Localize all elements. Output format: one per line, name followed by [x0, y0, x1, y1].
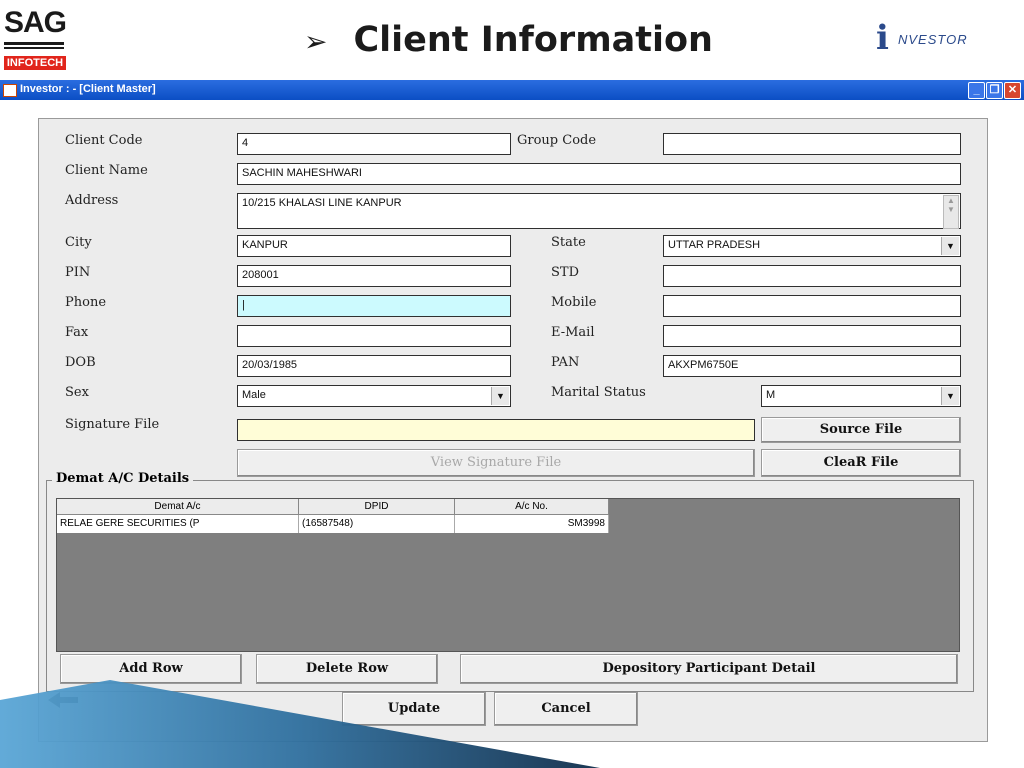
chevron-down-icon[interactable]: ▼ — [941, 387, 959, 405]
logo-sag-text: SAG — [4, 6, 67, 39]
add-row-label: Add Row — [119, 661, 183, 676]
signature-file-label: Signature File — [65, 417, 160, 432]
mobile-field[interactable] — [663, 295, 961, 317]
logo-infotech-text: INFOTECH — [4, 56, 66, 70]
demat-grid[interactable]: Demat A/c DPID A/c No. RELAE GERE SECURI… — [56, 498, 960, 652]
state-value: UTTAR PRADESH — [668, 239, 761, 251]
chevron-down-icon[interactable]: ▼ — [941, 237, 959, 255]
source-file-label: Source File — [819, 422, 903, 437]
window-title: Investor : - [Client Master] — [20, 83, 156, 95]
city-field[interactable]: KANPUR — [237, 235, 511, 257]
restore-button[interactable]: ❐ — [986, 82, 1003, 99]
mobile-label: Mobile — [551, 295, 597, 310]
demat-details-label: Demat A/C Details — [52, 471, 194, 486]
client-code-label: Client Code — [65, 133, 143, 148]
client-code-field[interactable]: 4 — [237, 133, 511, 155]
state-label: State — [551, 235, 586, 250]
state-select[interactable]: UTTAR PRADESH ▼ — [663, 235, 961, 257]
marital-status-label: Marital Status — [551, 385, 646, 400]
slide-title-text: Client Information — [353, 20, 713, 60]
std-field[interactable] — [663, 265, 961, 287]
clear-file-label: CleaR File — [823, 455, 899, 470]
column-header[interactable]: Demat A/c — [57, 499, 299, 515]
dp-detail-label: Depository Participant Detail — [602, 661, 816, 676]
minimize-button[interactable]: _ — [968, 82, 985, 99]
email-field[interactable] — [663, 325, 961, 347]
pin-field[interactable]: 208001 — [237, 265, 511, 287]
close-button[interactable]: ✕ — [1004, 82, 1021, 99]
pan-field[interactable]: AKXPM6750E — [663, 355, 961, 377]
sex-value: Male — [242, 389, 266, 401]
window-titlebar[interactable]: Investor : - [Client Master] _ ❐ ✕ — [0, 80, 1024, 100]
column-header[interactable]: DPID — [299, 499, 455, 515]
marital-status-select[interactable]: M ▼ — [761, 385, 961, 407]
address-scrollbar[interactable]: ▲ ▼ — [943, 195, 959, 229]
client-name-label: Client Name — [65, 163, 148, 178]
chevron-down-icon[interactable]: ▼ — [491, 387, 509, 405]
pan-label: PAN — [551, 355, 580, 370]
logo-bar — [4, 47, 64, 49]
logo-bar — [4, 42, 64, 45]
dob-label: DOB — [65, 355, 96, 370]
sag-infotech-logo: SAG INFOTECH — [4, 6, 94, 72]
logo-investor-word: NVESTOR — [898, 32, 968, 47]
address-field[interactable]: 10/215 KHALASI LINE KANPUR — [237, 193, 961, 229]
clear-file-button[interactable]: CleaR File — [761, 449, 961, 477]
app-icon — [3, 84, 17, 97]
dob-field[interactable]: 20/03/1985 — [237, 355, 511, 377]
phone-label: Phone — [65, 295, 107, 310]
table-cell[interactable]: (16587548) — [299, 515, 455, 533]
std-label: STD — [551, 265, 579, 280]
group-code-field[interactable] — [663, 133, 961, 155]
delete-row-label: Delete Row — [305, 661, 389, 676]
fax-label: Fax — [65, 325, 89, 340]
view-signature-label: View Signature File — [430, 455, 562, 470]
client-name-field[interactable]: SACHIN MAHESHWARI — [237, 163, 961, 185]
column-header[interactable]: A/c No. — [455, 499, 609, 515]
fax-field[interactable] — [237, 325, 511, 347]
source-file-button[interactable]: Source File — [761, 417, 961, 443]
sex-label: Sex — [65, 385, 89, 400]
investor-logo: i NVESTOR — [876, 18, 1016, 58]
marital-status-value: M — [766, 389, 776, 401]
table-cell[interactable]: RELAE GERE SECURITIES (P — [57, 515, 299, 533]
group-code-label: Group Code — [517, 133, 597, 148]
bullet-arrow-icon: ➢ — [304, 25, 328, 58]
logo-investor-initial: i — [876, 18, 889, 58]
sex-select[interactable]: Male ▼ — [237, 385, 511, 407]
address-label: Address — [65, 193, 119, 208]
city-label: City — [65, 235, 92, 250]
pin-label: PIN — [65, 265, 91, 280]
phone-field[interactable]: | — [237, 295, 511, 317]
address-value: 10/215 KHALASI LINE KANPUR — [242, 197, 402, 209]
signature-file-field[interactable] — [237, 419, 755, 441]
decorative-wedge — [0, 680, 600, 768]
slide-title: ➢ Client Information — [304, 20, 713, 60]
view-signature-file-button[interactable]: View Signature File — [237, 449, 755, 477]
email-label: E-Mail — [551, 325, 595, 340]
table-cell[interactable]: SM3998 — [455, 515, 609, 533]
